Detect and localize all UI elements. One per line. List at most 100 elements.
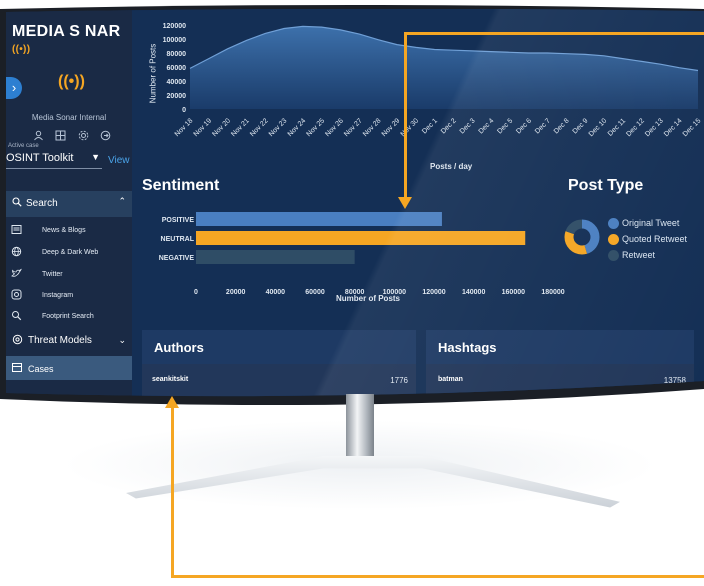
- posts-xlabel: Posts / day: [430, 162, 473, 171]
- authors-header: Authors: [142, 330, 416, 364]
- threat-models-label: Threat Models: [28, 335, 92, 346]
- arrow-head-up-icon: [165, 396, 179, 408]
- x-tick-label: Nov 20: [211, 117, 232, 138]
- x-tick-label: 180000: [541, 289, 564, 296]
- active-case-value: OSINT Toolkit: [6, 152, 74, 164]
- authors-title: Authors: [154, 340, 204, 355]
- authors-card: Authors seankitskit 1776: [142, 330, 416, 397]
- chevron-down-icon: ⌄: [118, 335, 126, 345]
- author-name[interactable]: seankitskit: [152, 376, 188, 383]
- nav-item-news-blogs[interactable]: News & Blogs: [6, 221, 132, 241]
- x-tick-label: Dec 10: [588, 117, 609, 138]
- nav-item-instagram[interactable]: Instagram: [6, 286, 132, 306]
- x-tick-label: 20000: [226, 289, 246, 296]
- category-label: NEGATIVE: [159, 255, 195, 262]
- y-tick-label: 80000: [167, 51, 187, 58]
- users-icon[interactable]: [32, 129, 44, 141]
- nav-item-label: Instagram: [42, 292, 74, 299]
- x-tick-label: 160000: [502, 289, 525, 296]
- search-icon: [12, 197, 22, 210]
- search-section-header[interactable]: Search ⌃: [6, 191, 132, 217]
- callout-arrow-bottom-stem: [171, 406, 174, 578]
- y-tick-label: 100000: [163, 37, 186, 44]
- x-tick-label: Dec 8: [553, 117, 571, 135]
- y-tick-label: 120000: [163, 23, 186, 30]
- logo-text: MEDIA S NAR: [12, 23, 121, 40]
- nav-item-twitter[interactable]: Twitter: [6, 265, 132, 285]
- gear-icon[interactable]: [77, 129, 89, 141]
- dashboard-icon[interactable]: [55, 129, 67, 141]
- arrow-head-down-icon: [398, 197, 412, 209]
- x-tick-label: Dec 15: [682, 117, 703, 138]
- x-tick-label: Dec 6: [515, 117, 533, 135]
- legend-label: Original Tweet: [622, 218, 680, 228]
- cases-label: Cases: [28, 364, 54, 374]
- nav-item-label: News & Blogs: [42, 227, 86, 234]
- sentiment-bar: [196, 250, 355, 264]
- x-tick-label: Dec 13: [644, 117, 665, 138]
- hashtags-header: Hashtags: [426, 330, 694, 364]
- active-case-label: Active case: [8, 143, 39, 149]
- sentiment-bar: [196, 231, 525, 245]
- category-label: POSITIVE: [162, 217, 195, 224]
- x-tick-label: 60000: [305, 289, 325, 296]
- sidebar-toggle-button[interactable]: ›: [6, 77, 22, 99]
- y-tick-label: 20000: [167, 93, 187, 100]
- x-tick-label: Nov 21: [230, 117, 251, 138]
- hashtags-title: Hashtags: [438, 340, 497, 355]
- sentiment-chart: POSITIVENEUTRALNEGATIVE0 20000 40000 60000 8…: [132, 204, 572, 334]
- post-type-donut-chart: [562, 217, 602, 257]
- x-tick-label: Dec 3: [459, 117, 477, 135]
- nav-item-label: Twitter: [42, 271, 63, 278]
- x-tick-label: 140000: [462, 289, 485, 296]
- category-label: NEUTRAL: [161, 236, 195, 243]
- globe-icon: [11, 246, 23, 258]
- footprint-search-icon: [11, 310, 23, 322]
- x-tick-label: Nov 27: [343, 117, 364, 138]
- x-tick-label: Dec 14: [663, 117, 684, 138]
- threat-models-section[interactable]: Threat Models ⌄: [6, 329, 132, 353]
- cases-nav-item[interactable]: Cases: [6, 356, 132, 380]
- chevron-down-icon: ▼: [91, 152, 100, 162]
- chevron-up-icon: ⌃: [118, 196, 126, 206]
- x-tick-label: Nov 19: [193, 117, 214, 138]
- view-case-link[interactable]: View: [108, 155, 130, 166]
- logo-radio-icon: ((•)): [12, 44, 31, 55]
- monitor-stand-neck: [346, 394, 374, 458]
- logout-icon[interactable]: [100, 129, 112, 141]
- callout-arrow-top-stem: [404, 32, 407, 200]
- x-tick-label: 0: [194, 289, 198, 296]
- organization-name: Media Sonar Internal: [31, 113, 107, 122]
- x-tick-label: Nov 26: [324, 117, 345, 138]
- x-tick-label: Dec 11: [607, 117, 627, 137]
- nav-item-footprint-search[interactable]: Footprint Search: [6, 307, 132, 327]
- sentiment-xlabel: Number of Posts: [336, 294, 401, 303]
- sidebar: MEDIA S NAR ((•)) › ((•)) Media Sonar In…: [6, 9, 132, 397]
- x-tick-label: Nov 22: [249, 117, 270, 138]
- x-tick-label: Nov 24: [287, 117, 308, 138]
- legend-label: Retweet: [622, 250, 656, 260]
- x-tick-label: Nov 18: [174, 117, 195, 138]
- active-case-select[interactable]: OSINT Toolkit ▼: [6, 152, 102, 169]
- app-logo[interactable]: MEDIA S NAR ((•)): [12, 23, 132, 59]
- monitor-screen: MEDIA S NAR ((•)) › ((•)) Media Sonar In…: [6, 9, 704, 397]
- instagram-icon: [11, 289, 23, 301]
- x-tick-label: Dec 12: [625, 117, 646, 138]
- broadcast-icon: ((•)): [58, 73, 85, 90]
- x-tick-label: Dec 4: [478, 117, 496, 135]
- x-tick-label: Nov 25: [305, 117, 326, 138]
- post-type-title: Post Type: [568, 177, 644, 194]
- newspaper-icon: [11, 224, 23, 236]
- threat-models-icon: [12, 334, 23, 348]
- x-tick-label: Dec 1: [421, 117, 439, 135]
- nav-item-label: Footprint Search: [42, 313, 94, 320]
- hashtag-name[interactable]: batman: [438, 376, 463, 383]
- x-tick-label: Nov 28: [362, 117, 383, 138]
- y-tick-label: 60000: [167, 65, 187, 72]
- x-tick-label: Dec 2: [440, 117, 458, 135]
- nav-item-deep-dark-web[interactable]: Deep & Dark Web: [6, 243, 132, 263]
- legend-item-original-tweet: Original Tweet: [608, 215, 687, 231]
- legend-label: Quoted Retweet: [622, 234, 688, 244]
- posts-ylabel: Number of Posts: [148, 43, 158, 104]
- y-tick-label: 40000: [167, 79, 187, 86]
